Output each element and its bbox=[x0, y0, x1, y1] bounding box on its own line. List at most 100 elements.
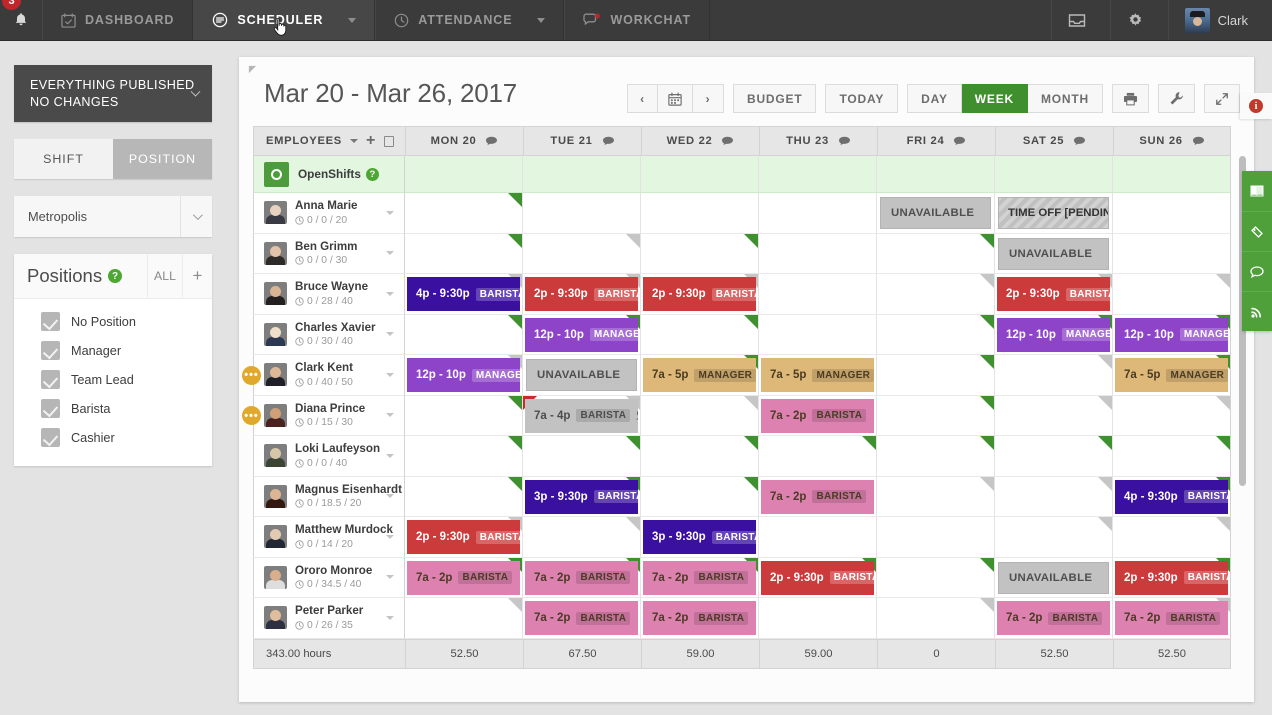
positions-all-button[interactable]: ALL bbox=[147, 254, 182, 298]
shift-block[interactable]: 7a - 2p BARISTA bbox=[525, 560, 638, 595]
add-employee-icon[interactable]: + bbox=[366, 133, 376, 149]
schedule-cell[interactable] bbox=[759, 274, 877, 315]
shift-block[interactable]: 12p - 10p MANAGER bbox=[525, 317, 638, 352]
checkbox-checked-icon[interactable] bbox=[41, 312, 60, 331]
shift-block[interactable]: 12p - 10p MANAGER bbox=[407, 358, 520, 392]
positions-add-button[interactable]: + bbox=[182, 254, 212, 298]
chevron-down-icon[interactable] bbox=[537, 17, 546, 23]
employee-info-cell[interactable]: Loki Laufeyson 0 / 0 / 40 bbox=[253, 436, 405, 477]
location-dropdown-arrow[interactable] bbox=[180, 196, 212, 237]
schedule-cell[interactable]: 12p - 10p MANAGER bbox=[405, 355, 523, 396]
shift-block[interactable]: 4p - 9:30p BARISTA bbox=[1115, 479, 1228, 514]
checkbox-checked-icon[interactable] bbox=[41, 399, 60, 418]
shift-block[interactable]: 3p - 9:30p BARISTA bbox=[525, 479, 638, 514]
copy-icon[interactable] bbox=[383, 135, 394, 147]
schedule-cell[interactable]: TIME OFF [PENDING] bbox=[995, 193, 1113, 234]
schedule-cell[interactable] bbox=[995, 395, 1113, 436]
unavailable-block[interactable]: UNAVAILABLE bbox=[526, 359, 637, 391]
schedule-cell[interactable] bbox=[995, 517, 1113, 558]
schedule-cell[interactable] bbox=[1113, 274, 1231, 315]
schedule-cell[interactable]: 4p - 9:30p BARISTA bbox=[1113, 476, 1231, 517]
employee-menu-caret[interactable] bbox=[386, 291, 394, 296]
position-filter-row[interactable]: Team Lead bbox=[14, 365, 212, 394]
schedule-cell[interactable] bbox=[877, 476, 995, 517]
location-selector[interactable]: Metropolis bbox=[14, 196, 212, 237]
employee-menu-caret[interactable] bbox=[386, 453, 394, 458]
open-shift-cell[interactable] bbox=[1113, 156, 1231, 193]
schedule-cell[interactable] bbox=[995, 436, 1113, 477]
position-filter-row[interactable]: No Position bbox=[14, 307, 212, 336]
schedule-cell[interactable] bbox=[759, 233, 877, 274]
today-button[interactable]: TODAY bbox=[825, 84, 899, 113]
schedule-cell[interactable]: 7a - 4p BARISTA 🗩 bbox=[523, 395, 641, 436]
open-shift-cell[interactable] bbox=[995, 156, 1113, 193]
employee-menu-caret[interactable] bbox=[386, 534, 394, 539]
notifications-bell[interactable]: 3 bbox=[0, 0, 42, 40]
schedule-cell[interactable]: 7a - 2p BARISTA bbox=[405, 557, 523, 598]
shift-block[interactable]: 12p - 10p MANAGER bbox=[997, 317, 1110, 352]
shift-block[interactable]: 7a - 2p BARISTA bbox=[761, 398, 874, 433]
view-day-button[interactable]: DAY bbox=[907, 84, 962, 113]
budget-button[interactable]: BUDGET bbox=[733, 84, 817, 113]
shift-block[interactable]: 7a - 2p BARISTA bbox=[1115, 601, 1228, 635]
toggle-position[interactable]: POSITION bbox=[113, 139, 212, 179]
employee-info-cell[interactable]: ••• Clark Kent 0 / 40 / 50 bbox=[242, 355, 405, 396]
schedule-cell[interactable]: 7a - 2p BARISTA bbox=[759, 395, 877, 436]
inbox-button[interactable] bbox=[1050, 0, 1110, 40]
shift-block[interactable]: 2p - 9:30p BARISTA bbox=[1115, 560, 1228, 595]
position-filter-row[interactable]: Manager bbox=[14, 336, 212, 365]
schedule-cell[interactable] bbox=[405, 598, 523, 639]
schedule-cell[interactable]: 7a - 2p BARISTA bbox=[641, 557, 759, 598]
employee-menu-caret[interactable] bbox=[386, 413, 394, 418]
schedule-cell[interactable]: UNAVAILABLE bbox=[877, 193, 995, 234]
schedule-cell[interactable] bbox=[641, 233, 759, 274]
shift-block[interactable]: 2p - 9:30p BARISTA bbox=[525, 277, 638, 311]
comment-icon[interactable] bbox=[838, 136, 851, 147]
chevron-down-icon[interactable] bbox=[349, 139, 358, 143]
schedule-cell[interactable] bbox=[877, 517, 995, 558]
schedule-cell[interactable]: 2p - 9:30p BARISTA bbox=[759, 557, 877, 598]
shift-block[interactable]: 2p - 9:30p BARISTA bbox=[761, 560, 874, 595]
shift-block[interactable]: 7a - 5p MANAGER bbox=[1115, 358, 1228, 392]
schedule-cell[interactable] bbox=[759, 517, 877, 558]
user-menu[interactable]: Clark bbox=[1167, 0, 1272, 40]
comment-icon[interactable] bbox=[953, 136, 966, 147]
employee-menu-caret[interactable] bbox=[386, 251, 394, 256]
open-shifts-row[interactable]: OpenShifts ? bbox=[253, 156, 1240, 193]
schedule-cell[interactable]: 7a - 5p MANAGER bbox=[641, 355, 759, 396]
tools-button[interactable] bbox=[1158, 84, 1195, 113]
employee-menu-caret[interactable] bbox=[386, 615, 394, 620]
employee-menu-caret[interactable] bbox=[386, 575, 394, 580]
schedule-cell[interactable] bbox=[405, 193, 523, 234]
employee-info-cell[interactable]: Bruce Wayne 0 / 28 / 40 bbox=[253, 274, 405, 315]
shift-block[interactable]: 3p - 9:30p BARISTA bbox=[643, 520, 756, 554]
publish-status-box[interactable]: EVERYTHING PUBLISHED NO CHANGES bbox=[14, 65, 212, 122]
schedule-cell[interactable] bbox=[641, 193, 759, 234]
schedule-cell[interactable]: 7a - 2p BARISTA bbox=[995, 598, 1113, 639]
toggle-shift[interactable]: SHIFT bbox=[14, 139, 113, 179]
schedule-cell[interactable]: 7a - 5p MANAGER bbox=[759, 355, 877, 396]
shift-block[interactable]: 7a - 4p BARISTA 🗩 bbox=[525, 398, 638, 433]
schedule-cell[interactable] bbox=[523, 233, 641, 274]
shift-block[interactable]: 7a - 2p BARISTA bbox=[407, 560, 520, 595]
schedule-cell[interactable] bbox=[1113, 233, 1231, 274]
nav-item-workchat[interactable]: WORKCHAT bbox=[564, 0, 711, 40]
schedule-cell[interactable] bbox=[523, 193, 641, 234]
schedule-cell[interactable] bbox=[641, 314, 759, 355]
expand-button[interactable] bbox=[1204, 84, 1240, 113]
nav-item-dashboard[interactable]: DASHBOARD bbox=[42, 0, 194, 40]
comment-icon[interactable] bbox=[721, 136, 734, 147]
schedule-cell[interactable]: UNAVAILABLE bbox=[995, 557, 1113, 598]
schedule-cell[interactable] bbox=[877, 314, 995, 355]
date-picker-button[interactable] bbox=[658, 84, 693, 113]
employee-menu-caret[interactable] bbox=[386, 210, 394, 215]
schedule-cell[interactable] bbox=[405, 476, 523, 517]
schedule-cell[interactable]: 7a - 2p BARISTA bbox=[523, 598, 641, 639]
position-filter-row[interactable]: Cashier bbox=[14, 423, 212, 452]
employee-info-cell[interactable]: Matthew Murdock 0 / 14 / 20 bbox=[253, 517, 405, 558]
shift-block[interactable]: 7a - 2p BARISTA bbox=[997, 601, 1110, 635]
comment-icon[interactable] bbox=[485, 136, 498, 147]
shift-block[interactable]: 2p - 9:30p BARISTA bbox=[407, 520, 520, 554]
rail-ticket-button[interactable] bbox=[1242, 211, 1272, 251]
employee-menu-caret[interactable] bbox=[386, 494, 394, 499]
